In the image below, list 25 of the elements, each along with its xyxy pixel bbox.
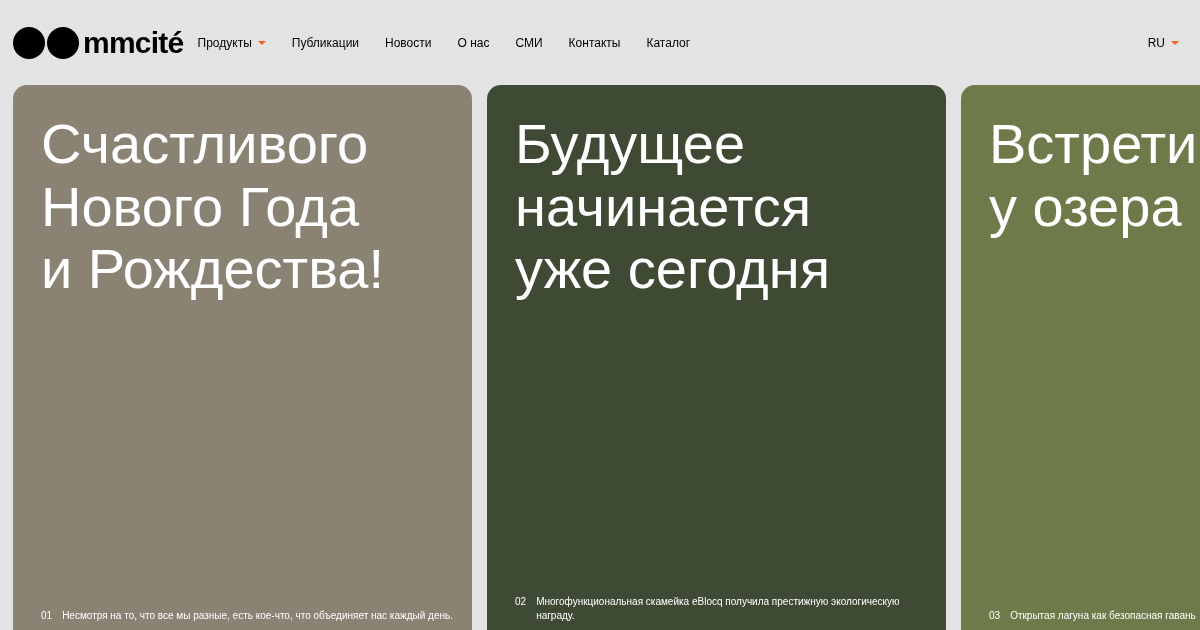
logo-dots-icon: [13, 26, 79, 59]
news-card[interactable]: Будущее начинается уже сегодня 02 Многофункциональная скамейка eBlocq получила престижную экологическую награду.: [487, 85, 946, 630]
nav-link[interactable]: Продукты: [197, 33, 266, 52]
card-title: Встрети у озера: [989, 113, 1199, 239]
news-card[interactable]: Встрети у озера 03 Открытая лагуна как безопасная гавань: [961, 85, 1200, 630]
nav-link[interactable]: Публикации: [291, 33, 360, 52]
nav-link[interactable]: О нас: [457, 33, 490, 52]
nav-link[interactable]: Контакты: [568, 33, 621, 52]
card-caption: Открытая лагуна как безопасная гавань: [1010, 609, 1196, 623]
nav-link[interactable]: Каталог: [646, 33, 691, 52]
card-caption: Многофункциональная скамейка eBlocq получила престижную экологическую награду.: [536, 595, 901, 623]
caret-icon: [257, 40, 266, 45]
caret-icon: [1171, 40, 1179, 45]
card-number: 03: [989, 609, 1001, 623]
card-caption: Несмотря на то, что все мы разные, есть кое-что, что объединяет нас каждый день.: [62, 609, 453, 623]
logo-text: mmcité: [83, 27, 184, 58]
language-selector[interactable]: RU: [1147, 33, 1179, 52]
nav-link[interactable]: Новости: [385, 33, 432, 52]
card-number: 02: [515, 595, 527, 609]
logo[interactable]: mmcité: [13, 26, 184, 59]
news-card[interactable]: Счастливого Нового Года и Рождества! 01 Несмотря на то, что все мы разные, есть кое-что, что объединяет нас каждый день.: [13, 85, 472, 630]
card-title: Счастливого Нового Года и Рождества!: [41, 113, 385, 302]
card-number: 01: [41, 609, 53, 623]
card-title: Будущее начинается уже сегодня: [515, 113, 831, 302]
nav-link[interactable]: СМИ: [515, 33, 543, 52]
